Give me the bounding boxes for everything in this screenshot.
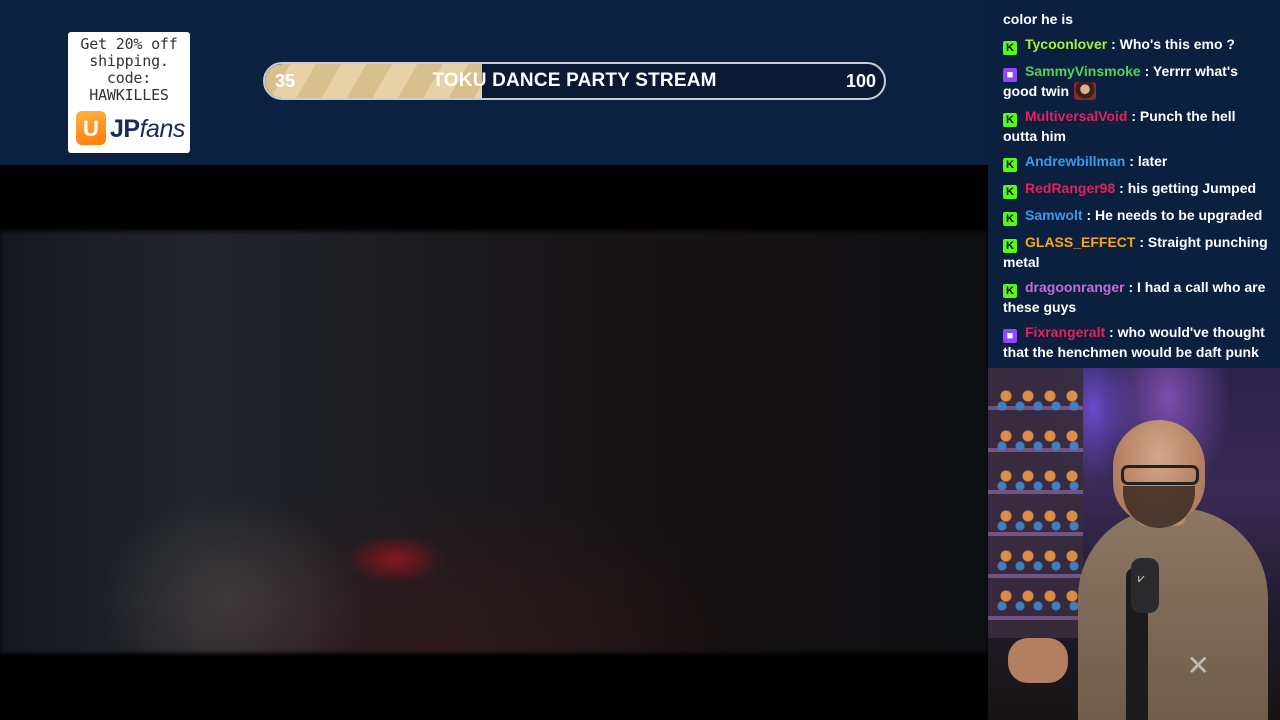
- chat-separator: :: [1125, 153, 1138, 169]
- kick-badge-icon: K: [1003, 185, 1017, 199]
- chat-username[interactable]: GLASS_EFFECT: [1025, 234, 1135, 250]
- kick-badge-icon: K: [1003, 239, 1017, 253]
- chat-message: K Samwolt : He needs to be upgraded: [1003, 206, 1268, 226]
- chat-separator: :: [1082, 207, 1096, 223]
- chat-message: K Tycoonlover : Who's this emo ?: [1003, 35, 1268, 55]
- chat-message: ■ Fixrangeralt : who would've thought tha…: [1003, 323, 1268, 361]
- chat-message: K RedRanger98 : his getting Jumped: [1003, 179, 1268, 199]
- kick-badge-icon: K: [1003, 113, 1017, 127]
- chat-username[interactable]: dragoonranger: [1025, 279, 1125, 295]
- webcam-feed: ⩗ ✕: [988, 368, 1280, 720]
- goal-title: TOKU DANCE PARTY STREAM: [432, 70, 717, 91]
- chat-text: his getting Jumped: [1127, 180, 1257, 196]
- kick-badge-icon: K: [1003, 41, 1017, 55]
- chat-username[interactable]: RedRanger98: [1025, 180, 1115, 196]
- chat-separator: :: [1107, 36, 1120, 52]
- streamer-glasses: [1121, 465, 1199, 485]
- chat-username[interactable]: Andrewbillman: [1025, 153, 1125, 169]
- video-player[interactable]: [0, 165, 988, 720]
- chat-text: later: [1137, 153, 1168, 169]
- chat-username[interactable]: MultiversalVoid: [1025, 108, 1127, 124]
- close-icon[interactable]: ✕: [1187, 652, 1210, 680]
- chat-separator: :: [1124, 279, 1138, 295]
- chat-separator: :: [1127, 108, 1140, 124]
- streamer-hand: [1008, 638, 1068, 683]
- chat-message: K GLASS_EFFECT : Straight punching metal: [1003, 233, 1268, 271]
- collectibles-shelf: [988, 368, 1083, 638]
- promo-card[interactable]: Get 20% off shipping. code: HAWKILLES U …: [68, 32, 190, 153]
- chat-separator: :: [1115, 180, 1128, 196]
- chat-message: color he is: [1003, 10, 1268, 28]
- kick-badge-icon: K: [1003, 212, 1017, 226]
- jpfans-logo: U JPfans: [74, 111, 185, 147]
- twitch-badge-icon: ■: [1003, 68, 1017, 82]
- chat-username[interactable]: Fixrangeralt: [1025, 324, 1105, 340]
- mic-logo-icon: ⩗: [1138, 571, 1145, 585]
- streamer-body: [1078, 508, 1268, 720]
- twitch-badge-icon: ■: [1003, 329, 1017, 343]
- chat-separator: :: [1135, 234, 1148, 250]
- emote-icon: [1074, 82, 1097, 100]
- chat-username[interactable]: Tycoonlover: [1025, 36, 1107, 52]
- chat-message: ■ SammyVinsmoke : Yerrrr what's good twin: [1003, 62, 1268, 100]
- video-frame: [0, 231, 988, 653]
- chat-message-list: color he is K Tycoonlover : Who's this emo…: [1003, 10, 1268, 368]
- microphone: [1131, 558, 1159, 613]
- chat-text: He needs to be upgraded: [1095, 207, 1263, 223]
- chat-text: color he is: [1003, 11, 1074, 27]
- goal-target-value: 100: [845, 71, 876, 91]
- promo-text: Get 20% off shipping. code: HAWKILLES: [80, 35, 178, 104]
- top-overlay-bar: Get 20% off shipping. code: HAWKILLES U …: [0, 0, 988, 165]
- chat-separator: :: [1140, 63, 1153, 79]
- kick-badge-icon: K: [1003, 158, 1017, 172]
- jpfans-logo-text: JPfans: [110, 115, 185, 143]
- chat-message: Kdragoonranger : I had a call who are th…: [1003, 278, 1268, 316]
- jpfans-logo-icon: U: [76, 111, 106, 145]
- chat-username[interactable]: Samwolt: [1025, 207, 1083, 223]
- kick-badge-icon: K: [1003, 284, 1017, 298]
- chat-message: K Andrewbillman : later: [1003, 152, 1268, 172]
- stream-goal-bar: TOKU DANCE PARTY STREAM 35 100: [263, 62, 886, 100]
- chat-text: Who's this emo ?: [1119, 36, 1235, 52]
- chat-message: K MultiversalVoid : Punch the hell outta …: [1003, 107, 1268, 145]
- chat-separator: :: [1105, 324, 1118, 340]
- goal-current-value: 35: [275, 71, 296, 91]
- chat-username[interactable]: SammyVinsmoke: [1025, 63, 1141, 79]
- chat-panel: color he is K Tycoonlover : Who's this emo…: [988, 0, 1280, 368]
